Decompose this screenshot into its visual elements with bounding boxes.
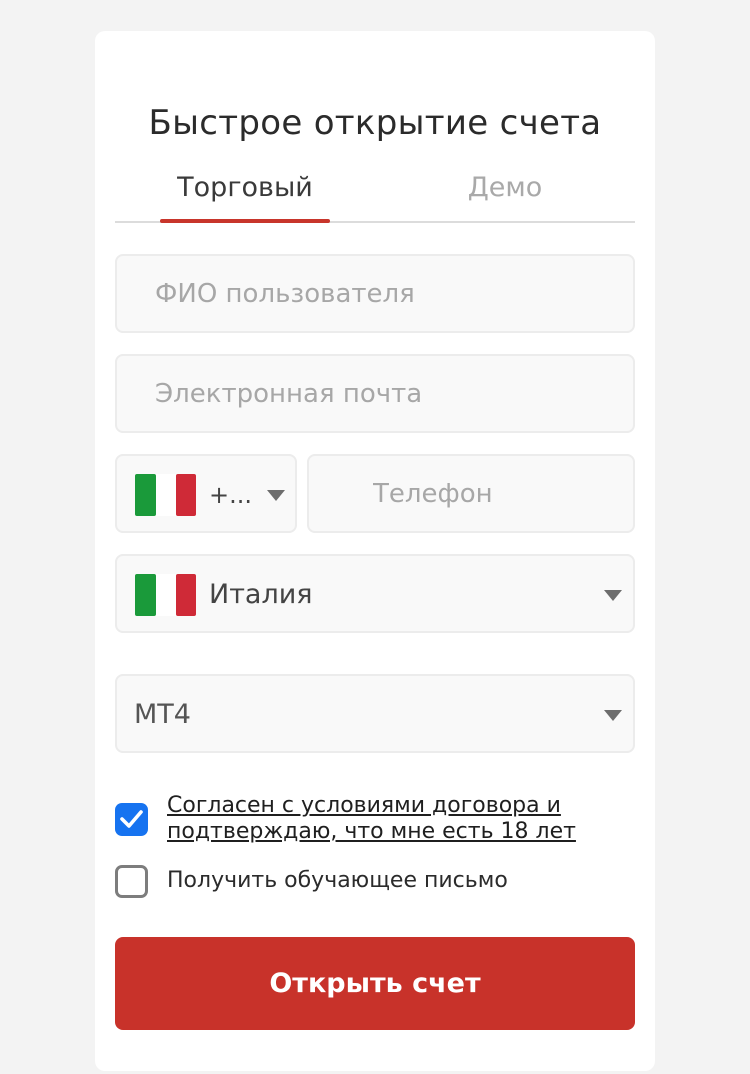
form-title: Быстрое открытие счета: [148, 103, 602, 143]
italy-flag-icon: [135, 574, 197, 616]
agree-terms-checkbox[interactable]: [115, 803, 148, 836]
tab-trading[interactable]: Торговый: [160, 171, 330, 223]
phone-code-select[interactable]: +...: [115, 454, 297, 533]
platform-value: MT4: [134, 699, 191, 730]
chevron-down-icon: [604, 590, 622, 601]
country-select[interactable]: Италия: [115, 554, 635, 633]
account-type-tabs: Торговый Демо: [115, 171, 635, 223]
checkmark-icon: [120, 810, 143, 828]
education-email-checkbox[interactable]: [115, 865, 148, 898]
country-value: Италия: [209, 579, 313, 610]
full-name-input[interactable]: [117, 256, 633, 331]
agree-terms-link[interactable]: Согласен с условиями договора и подтверж…: [167, 793, 627, 845]
education-email-row: Получить обучающее письмо: [115, 864, 635, 900]
phone-input[interactable]: [309, 456, 633, 531]
active-tab-indicator: [160, 219, 330, 223]
chevron-down-icon: [604, 710, 622, 721]
phone-field: [307, 454, 635, 533]
email-field: [115, 354, 635, 433]
account-form-card: Быстрое открытие счета Торговый Демо +..…: [95, 31, 655, 1071]
education-email-label: Получить обучающее письмо: [167, 868, 508, 893]
tab-demo[interactable]: Демо: [420, 171, 590, 223]
chevron-down-icon: [267, 490, 285, 501]
agree-terms-row: Согласен с условиями договора и подтверж…: [115, 793, 635, 847]
email-input[interactable]: [117, 356, 633, 431]
full-name-field: [115, 254, 635, 333]
open-account-button[interactable]: Открыть счет: [115, 937, 635, 1030]
platform-select[interactable]: MT4: [115, 674, 635, 753]
italy-flag-icon: [135, 474, 197, 516]
phone-code-value: +...: [209, 481, 252, 509]
